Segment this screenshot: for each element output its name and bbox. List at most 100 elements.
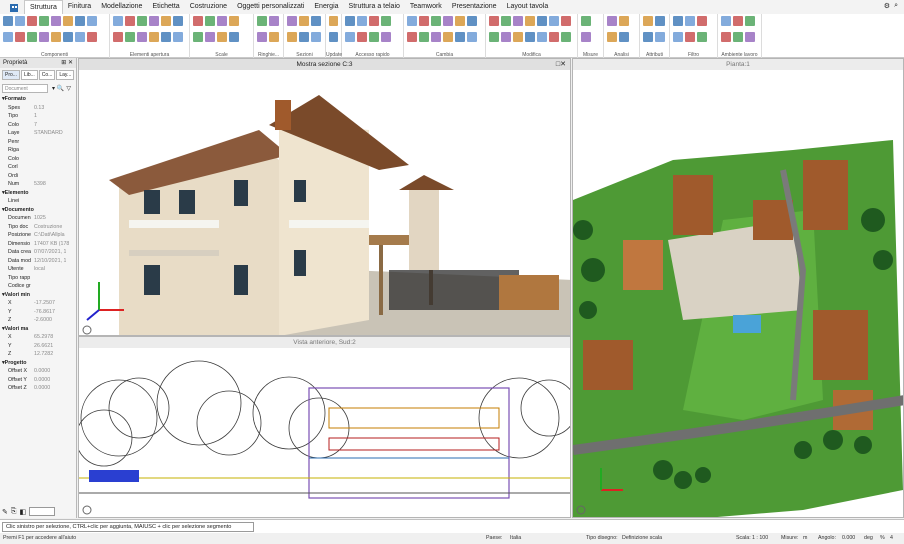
tool-icon[interactable] bbox=[655, 32, 665, 42]
tool-icon[interactable] bbox=[173, 32, 183, 42]
property-section[interactable]: ▾ Valori ma bbox=[0, 325, 76, 334]
percent-toggle[interactable]: % bbox=[880, 535, 885, 541]
tool-icon[interactable] bbox=[229, 32, 239, 42]
app-menu-button[interactable] bbox=[4, 1, 24, 13]
copy-format-icon[interactable]: ⎘ bbox=[11, 508, 17, 516]
tool-icon[interactable] bbox=[467, 16, 477, 26]
ribbon-tab[interactable]: Costruzione bbox=[185, 0, 232, 14]
tool-icon[interactable] bbox=[525, 16, 535, 26]
tool-icon[interactable] bbox=[407, 16, 417, 26]
tool-icon[interactable] bbox=[513, 32, 523, 42]
tool-icon[interactable] bbox=[537, 16, 547, 26]
tool-icon[interactable] bbox=[87, 32, 97, 42]
tool-icon[interactable] bbox=[357, 32, 367, 42]
tool-icon[interactable] bbox=[581, 32, 591, 42]
tool-icon[interactable] bbox=[513, 16, 523, 26]
property-value[interactable]: -76.8617 bbox=[34, 309, 55, 315]
tool-icon[interactable] bbox=[537, 32, 547, 42]
tool-icon[interactable] bbox=[443, 16, 453, 26]
tool-icon[interactable] bbox=[467, 32, 477, 42]
tool-icon[interactable] bbox=[345, 32, 355, 42]
tool-icon[interactable] bbox=[733, 32, 743, 42]
tool-icon[interactable] bbox=[643, 16, 653, 26]
tool-icon[interactable] bbox=[345, 16, 355, 26]
tool-icon[interactable] bbox=[149, 16, 159, 26]
tool-icon[interactable] bbox=[489, 16, 499, 26]
tool-icon[interactable] bbox=[329, 32, 338, 42]
tool-icon[interactable] bbox=[39, 16, 49, 26]
tool-icon[interactable] bbox=[205, 16, 215, 26]
tool-icon[interactable] bbox=[407, 32, 417, 42]
property-section[interactable]: ▾ Progetto bbox=[0, 359, 76, 368]
property-value[interactable]: 0.0000 bbox=[34, 368, 50, 374]
angle-unit[interactable]: deg bbox=[864, 535, 873, 541]
tool-icon[interactable] bbox=[161, 16, 171, 26]
tool-icon[interactable] bbox=[685, 16, 695, 26]
tool-icon[interactable] bbox=[673, 16, 683, 26]
length-unit[interactable]: m bbox=[803, 535, 807, 541]
ribbon-tab[interactable]: Oggetti personalizzati bbox=[232, 0, 309, 14]
angle-value[interactable]: 0.000 bbox=[842, 535, 855, 541]
tool-icon[interactable] bbox=[733, 16, 743, 26]
tool-icon[interactable] bbox=[581, 16, 591, 26]
property-value[interactable]: 12/10/2021, 1 bbox=[34, 258, 66, 264]
tool-icon[interactable] bbox=[431, 16, 441, 26]
ribbon-tab[interactable]: Layout tavola bbox=[502, 0, 554, 14]
tool-icon[interactable] bbox=[257, 16, 267, 26]
tool-icon[interactable] bbox=[113, 16, 123, 26]
ribbon-tab[interactable]: Energia bbox=[309, 0, 343, 14]
scale-value[interactable]: 1 : 100 bbox=[752, 535, 768, 541]
tool-icon[interactable] bbox=[549, 32, 559, 42]
tool-icon[interactable] bbox=[125, 32, 135, 42]
palette-tab[interactable]: Co... bbox=[38, 70, 56, 80]
ribbon-tab[interactable]: Teamwork bbox=[405, 0, 447, 14]
tool-icon[interactable] bbox=[721, 32, 731, 42]
ribbon-tab[interactable]: Etichetta bbox=[147, 0, 184, 14]
perspective-viewport[interactable]: Mostra sezione C:3 □✕ bbox=[78, 58, 571, 336]
property-value[interactable]: 1 bbox=[34, 113, 37, 119]
tool-icon[interactable] bbox=[607, 16, 617, 26]
tool-icon[interactable] bbox=[369, 32, 379, 42]
tool-icon[interactable] bbox=[489, 32, 499, 42]
property-value[interactable]: 7 bbox=[34, 122, 37, 128]
tool-icon[interactable] bbox=[193, 32, 203, 42]
property-value[interactable]: 0.13 bbox=[34, 105, 44, 111]
tool-icon[interactable] bbox=[257, 32, 267, 42]
tool-icon[interactable] bbox=[149, 32, 159, 42]
tool-icon[interactable] bbox=[51, 32, 61, 42]
window-controls-icon[interactable]: □✕ bbox=[556, 60, 566, 68]
settings-icon[interactable]: ⚙ bbox=[884, 2, 890, 10]
tool-icon[interactable] bbox=[15, 16, 25, 26]
tool-icon[interactable] bbox=[745, 16, 755, 26]
tool-icon[interactable] bbox=[27, 16, 37, 26]
tool-icon[interactable] bbox=[561, 16, 571, 26]
tool-icon[interactable] bbox=[607, 32, 617, 42]
property-value[interactable]: 0.0000 bbox=[34, 385, 50, 391]
tool-icon[interactable] bbox=[15, 32, 25, 42]
property-value[interactable]: 0.0000 bbox=[34, 377, 50, 383]
tool-icon[interactable] bbox=[311, 16, 321, 26]
tool-icon[interactable] bbox=[619, 16, 629, 26]
pin-icon[interactable]: ⊞ bbox=[61, 60, 66, 66]
filter-icon[interactable]: ▽ bbox=[66, 86, 71, 92]
property-section[interactable]: ▾ Formato bbox=[0, 95, 76, 104]
property-section[interactable]: ▾ Valori min bbox=[0, 291, 76, 300]
property-value[interactable]: -2.6000 bbox=[34, 317, 52, 323]
tool-icon[interactable] bbox=[3, 32, 13, 42]
palette-tab[interactable]: Pro... bbox=[2, 70, 20, 80]
tool-icon[interactable] bbox=[443, 32, 453, 42]
tool-icon[interactable] bbox=[137, 32, 147, 42]
tool-icon[interactable] bbox=[501, 32, 511, 42]
tool-icon[interactable] bbox=[87, 16, 97, 26]
tool-icon[interactable] bbox=[431, 32, 441, 42]
tool-icon[interactable] bbox=[287, 32, 297, 42]
property-section[interactable]: ▾ Elemento bbox=[0, 189, 76, 198]
magnify-icon[interactable]: 🔍 bbox=[57, 86, 64, 92]
pencil-icon[interactable]: ✎ bbox=[2, 508, 8, 516]
tool-icon[interactable] bbox=[697, 32, 707, 42]
ribbon-tab[interactable]: Struttura a telaio bbox=[344, 0, 405, 14]
property-value[interactable]: 26.6621 bbox=[34, 343, 53, 349]
tool-icon[interactable] bbox=[205, 32, 215, 42]
tool-icon[interactable] bbox=[125, 16, 135, 26]
tool-icon[interactable] bbox=[173, 16, 183, 26]
